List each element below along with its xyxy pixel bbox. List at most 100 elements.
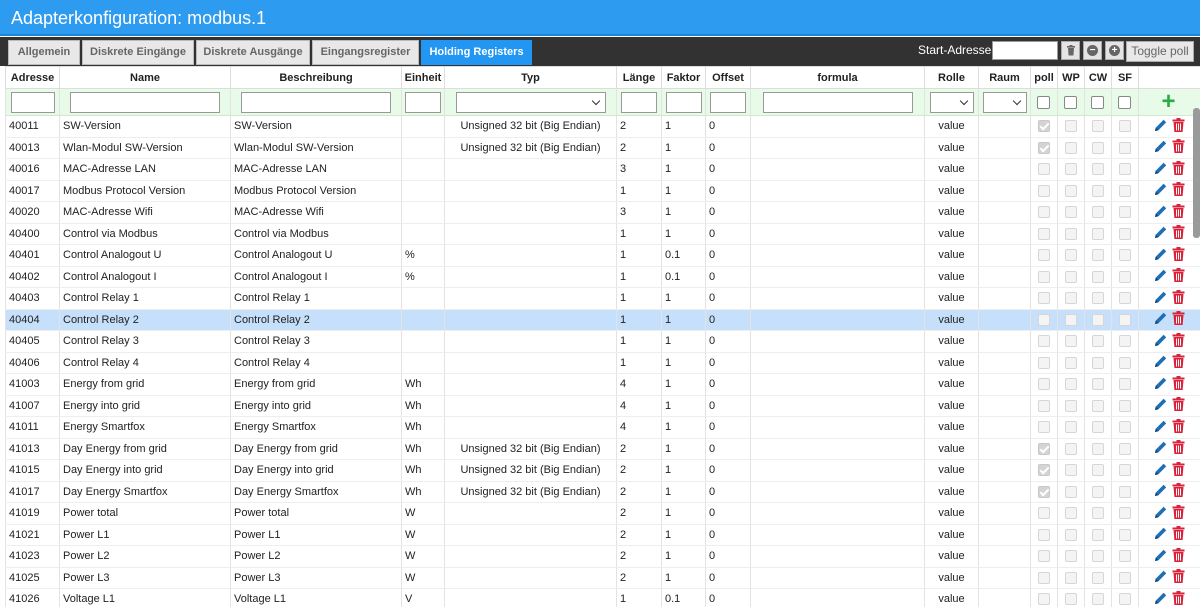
sf-checkbox[interactable] [1119,593,1131,606]
poll-checkbox[interactable] [1038,571,1050,584]
cw-checkbox[interactable] [1092,120,1104,133]
filter-name-input[interactable] [70,91,220,113]
wp-checkbox[interactable] [1065,485,1077,498]
plus-icon[interactable]: + [1161,89,1175,115]
table-row[interactable]: 40403 Control Relay 1 Control Relay 1 1 1 0 va… [5,287,1200,310]
trash-icon[interactable] [1172,311,1185,328]
wp-checkbox[interactable] [1065,378,1077,391]
pencil-icon[interactable] [1154,419,1168,436]
poll-checkbox[interactable] [1038,249,1050,262]
cw-checkbox[interactable] [1092,249,1104,262]
trash-icon[interactable] [1172,461,1185,479]
table-row[interactable]: 41023 Power L2 Power L2 W 2 1 0 value [5,545,1200,568]
pencil-icon[interactable] [1154,311,1168,328]
sf-checkbox[interactable] [1119,571,1131,584]
cw-checkbox[interactable] [1092,292,1104,305]
cw-checkbox[interactable] [1092,141,1104,154]
add-one-button[interactable]: + [1105,41,1124,60]
cw-checkbox[interactable] [1092,442,1104,455]
sf-checkbox[interactable] [1119,550,1131,563]
cw-checkbox[interactable] [1092,528,1104,541]
trash-icon[interactable] [1172,590,1185,607]
delete-all-button[interactable] [1061,41,1080,60]
filter-offset-input[interactable] [710,91,746,113]
trash-icon[interactable] [1172,569,1185,586]
table-row[interactable]: 41015 Day Energy into grid Day Energy into… [5,459,1200,482]
tab-diskrete-ausgaenge[interactable]: Diskrete Ausgänge [196,40,310,65]
cw-checkbox[interactable] [1092,206,1104,219]
col-name[interactable]: Name [59,66,231,89]
filter-cw-checkbox[interactable] [1090,95,1104,109]
trash-icon[interactable] [1172,289,1185,307]
poll-checkbox[interactable] [1038,356,1050,369]
pencil-icon[interactable] [1154,526,1168,543]
filter-einheit-input[interactable] [405,91,441,113]
trash-icon[interactable] [1172,332,1185,350]
trash-icon[interactable] [1172,547,1185,565]
cw-checkbox[interactable] [1092,184,1104,197]
cw-checkbox[interactable] [1092,507,1104,520]
sf-checkbox[interactable] [1119,335,1131,348]
tab-diskrete-eingaenge[interactable]: Diskrete Eingänge [82,40,194,65]
filter-sf-checkbox[interactable] [1117,95,1131,109]
table-row[interactable]: 41021 Power L1 Power L1 W 2 1 0 value [5,524,1200,546]
poll-checkbox[interactable] [1038,335,1050,348]
col-poll[interactable]: poll [1030,66,1058,89]
col-cw[interactable]: CW [1084,66,1112,89]
pencil-icon[interactable] [1154,204,1168,221]
filter-adresse-input[interactable] [10,91,55,113]
cw-checkbox[interactable] [1092,571,1104,584]
poll-checkbox[interactable] [1038,184,1050,197]
trash-icon[interactable] [1172,268,1185,285]
pencil-icon[interactable] [1154,376,1168,393]
col-raum[interactable]: Raum [978,66,1031,89]
wp-checkbox[interactable] [1065,356,1077,369]
filter-faktor-input[interactable] [665,91,702,113]
col-wp[interactable]: WP [1057,66,1085,89]
table-row[interactable]: 41026 Voltage L1 Voltage L1 V 1 0.1 0 value [5,588,1200,607]
tab-holding-registers[interactable]: Holding Registers [421,40,532,65]
col-formula[interactable]: formula [750,66,925,89]
poll-checkbox[interactable] [1038,442,1050,455]
toggle-poll-button[interactable]: Toggle poll [1126,41,1194,62]
filter-raum-select[interactable] [982,91,1027,113]
pencil-icon[interactable] [1154,397,1168,414]
poll-checkbox[interactable] [1038,507,1050,520]
sf-checkbox[interactable] [1119,184,1131,197]
poll-checkbox[interactable] [1038,206,1050,219]
cw-checkbox[interactable] [1092,464,1104,477]
col-einheit[interactable]: Einheit [401,66,445,89]
pencil-icon[interactable] [1154,483,1168,500]
wp-checkbox[interactable] [1065,550,1077,563]
trash-icon[interactable] [1172,160,1185,178]
col-sf[interactable]: SF [1111,66,1139,89]
filter-wp-checkbox[interactable] [1063,95,1077,109]
sf-checkbox[interactable] [1119,313,1131,326]
wp-checkbox[interactable] [1065,292,1077,305]
trash-icon[interactable] [1172,203,1185,221]
poll-checkbox[interactable] [1038,120,1050,133]
table-row[interactable]: 41017 Day Energy Smartfox Day Energy Smart… [5,481,1200,503]
table-row[interactable]: 40404 Control Relay 2 Control Relay 2 1 1 0 va… [5,309,1200,331]
cw-checkbox[interactable] [1092,378,1104,391]
pencil-icon[interactable] [1154,225,1168,242]
sf-checkbox[interactable] [1119,292,1131,305]
trash-icon[interactable] [1172,504,1185,522]
pencil-icon[interactable] [1154,161,1168,178]
pencil-icon[interactable] [1154,505,1168,522]
pencil-icon[interactable] [1154,354,1168,371]
wp-checkbox[interactable] [1065,206,1077,219]
pencil-icon[interactable] [1154,268,1168,285]
wp-checkbox[interactable] [1065,421,1077,434]
sf-checkbox[interactable] [1119,485,1131,498]
table-row[interactable]: 41011 Energy Smartfox Energy Smartfox Wh 4 1 0… [5,416,1200,439]
table-row[interactable]: 40405 Control Relay 3 Control Relay 3 1 1 0 va… [5,330,1200,353]
sf-checkbox[interactable] [1119,507,1131,520]
cw-checkbox[interactable] [1092,550,1104,563]
sf-checkbox[interactable] [1119,249,1131,262]
col-rolle[interactable]: Rolle [924,66,979,89]
start-address-input[interactable] [992,41,1058,60]
pencil-icon[interactable] [1154,182,1168,199]
table-row[interactable]: 40013 Wlan-Modul SW-Version Wlan-Modul SW-… [5,137,1200,159]
cw-checkbox[interactable] [1092,313,1104,326]
